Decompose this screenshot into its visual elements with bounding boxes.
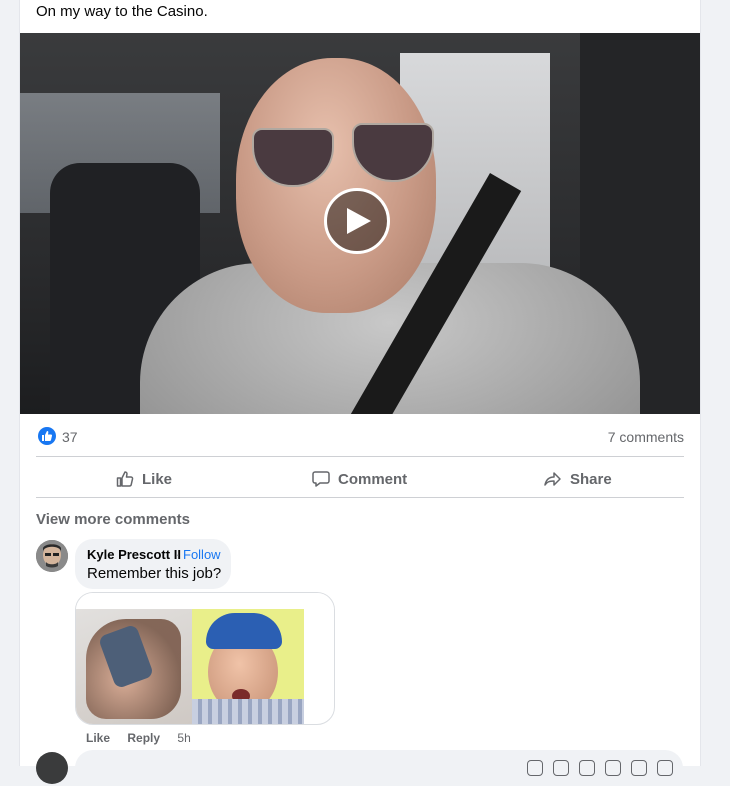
divider xyxy=(36,497,684,498)
write-comment-input[interactable] xyxy=(75,750,683,786)
divider xyxy=(36,456,684,457)
avatar[interactable] xyxy=(36,752,68,784)
attachment-photo-right xyxy=(192,609,304,724)
comment-timestamp[interactable]: 5h xyxy=(177,731,190,745)
attachment-top-strip xyxy=(76,593,334,609)
share-icon xyxy=(544,472,561,486)
like-button[interactable]: Like xyxy=(116,465,172,493)
comment-label: Comment xyxy=(338,470,408,488)
sticker-icon[interactable] xyxy=(527,760,543,776)
view-more-comments-link[interactable]: View more comments xyxy=(36,511,190,528)
comment-icon xyxy=(312,471,330,487)
like-label: Like xyxy=(142,470,173,488)
post-text: On my way to the Casino. xyxy=(36,3,208,20)
comment-bubble: Kyle Prescott II · Follow Remember this … xyxy=(75,539,231,589)
comments-count-link[interactable]: 7 comments xyxy=(608,429,684,445)
gif-icon[interactable] xyxy=(631,760,647,776)
comment-attachment-image[interactable] xyxy=(75,592,335,725)
attachment-cap xyxy=(206,613,282,649)
avatar[interactable] xyxy=(36,540,68,572)
play-icon xyxy=(347,208,371,234)
composer-icons xyxy=(527,760,673,776)
share-button[interactable]: Share xyxy=(544,465,612,493)
camera-icon[interactable] xyxy=(605,760,621,776)
comment-button[interactable]: Comment xyxy=(312,465,407,493)
video-person-head xyxy=(236,58,436,313)
separator-dot: · xyxy=(176,547,181,562)
thumbs-up-icon xyxy=(116,471,134,487)
post-video[interactable] xyxy=(20,33,700,414)
attachment-photo-left xyxy=(76,609,192,724)
like-reaction-icon[interactable] xyxy=(38,427,56,445)
follow-link[interactable]: Follow xyxy=(183,547,221,562)
reaction-count[interactable]: 37 xyxy=(62,429,78,445)
comment-author-link[interactable]: Kyle Prescott II xyxy=(87,547,181,562)
attachment-shirt xyxy=(192,699,304,724)
comment-reply-link[interactable]: Reply xyxy=(127,731,160,745)
post-card: On my way to the Casino. 37 7 comments L… xyxy=(19,0,701,786)
comment-text: Remember this job? xyxy=(87,565,222,582)
page-background-strip xyxy=(700,0,730,766)
sticker-pack-icon[interactable] xyxy=(657,760,673,776)
comment-actions: Like Reply 5h xyxy=(86,731,205,745)
comment-like-link[interactable]: Like xyxy=(86,731,110,745)
play-button[interactable] xyxy=(324,188,390,254)
emoji-icon[interactable] xyxy=(579,760,595,776)
share-label: Share xyxy=(570,470,612,488)
avatar-sticker-icon[interactable] xyxy=(553,760,569,776)
